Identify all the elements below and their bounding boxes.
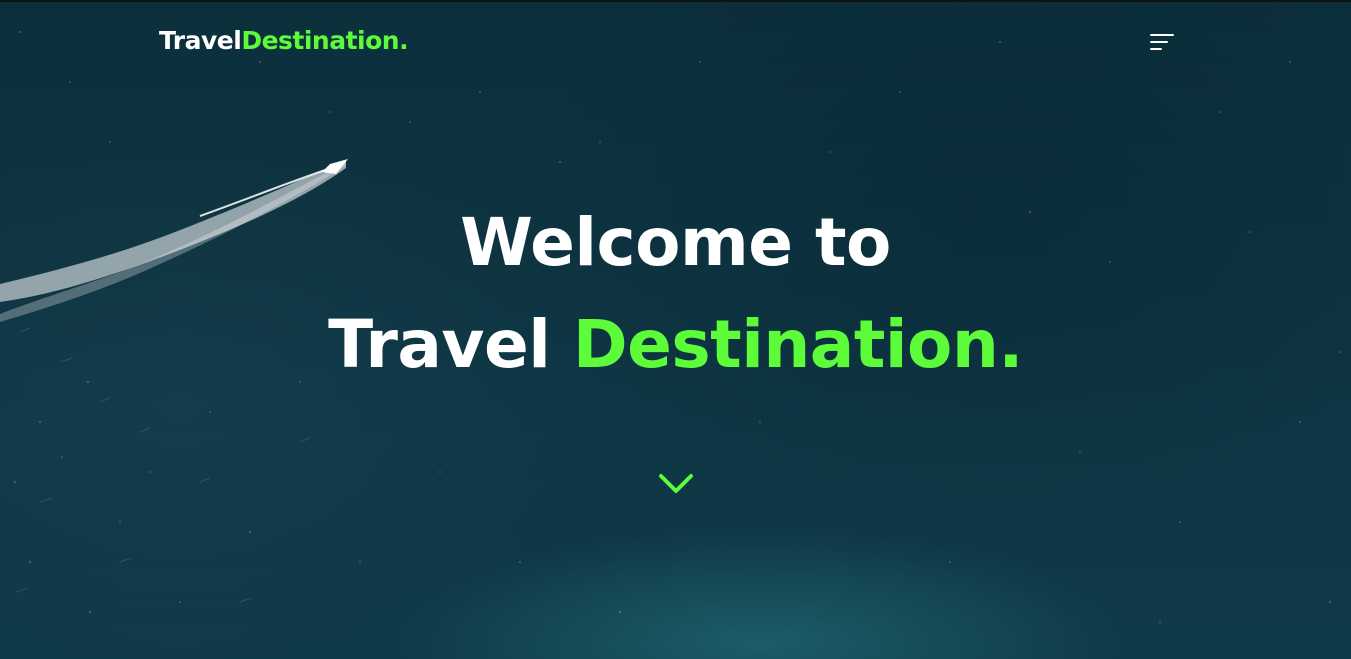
menu-line bbox=[1150, 41, 1168, 43]
menu-line bbox=[1150, 48, 1162, 50]
logo-text-accent: Destination. bbox=[241, 26, 409, 55]
hero-title-line2: Travel Destination. bbox=[0, 294, 1351, 396]
hero-title: Welcome to Travel Destination. bbox=[0, 192, 1351, 396]
hamburger-menu-icon[interactable] bbox=[1146, 31, 1178, 55]
hero-title-line1: Welcome to bbox=[460, 204, 891, 281]
menu-line bbox=[1150, 34, 1174, 36]
hero-section: TravelDestination. Welcome to Travel Des… bbox=[0, 0, 1351, 659]
logo-text-primary: Travel bbox=[159, 26, 242, 55]
hero-title-word-destination: Destination. bbox=[572, 306, 1024, 383]
hero-title-word-travel: Travel bbox=[328, 306, 551, 383]
chevron-down-icon[interactable] bbox=[656, 469, 696, 499]
site-logo[interactable]: TravelDestination. bbox=[159, 26, 409, 55]
chevron-down-icon-glyph bbox=[659, 474, 693, 493]
